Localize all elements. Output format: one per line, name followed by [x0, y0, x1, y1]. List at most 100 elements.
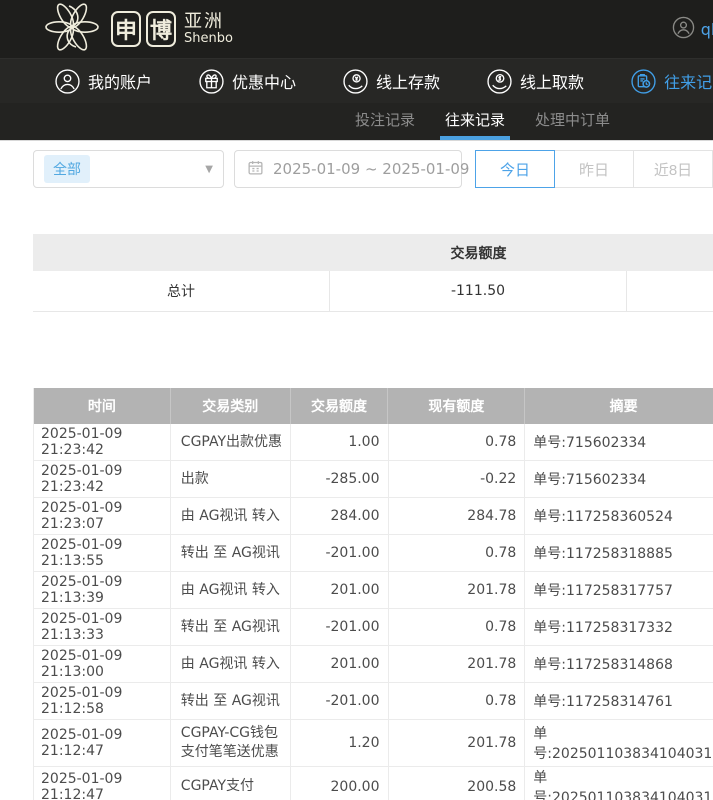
cell-type: CGPAY支付: [171, 767, 291, 800]
caret-down-icon: ▼: [205, 164, 213, 175]
today-button[interactable]: 今日: [475, 150, 555, 188]
flower-icon: [36, 0, 106, 58]
cell-memo: 单号:715602334: [525, 424, 713, 460]
brand-logo[interactable]: 申 博 亚洲 Shenbo: [36, 0, 233, 58]
quick-date-buttons: 今日 昨日 近8日: [475, 150, 713, 188]
user-avatar-icon: [672, 16, 695, 43]
date-range-input[interactable]: 2025-01-09 ~ 2025-01-09: [234, 150, 462, 188]
brand-region: 亚洲: [184, 13, 233, 32]
nav-item-promo[interactable]: 优惠中心: [199, 69, 296, 94]
category-select[interactable]: 全部 ▼: [33, 150, 224, 188]
withdraw-icon: [487, 69, 512, 94]
cell-time: 2025-01-09 21:12:47: [34, 720, 171, 766]
cell-memo: 单号:117258314868: [525, 646, 713, 682]
transactions-table: 时间 交易类别 交易额度 现有额度 摘要 2025-01-09 21:23:42…: [33, 388, 713, 800]
cell-type: CGPAY出款优惠: [171, 424, 291, 460]
header-cell-memo: 摘要: [525, 388, 713, 424]
cell-balance: 200.58: [389, 767, 526, 800]
header-cell-type: 交易类别: [171, 388, 291, 424]
cell-memo: 单号:117258317757: [525, 572, 713, 608]
summary-table: 交易额度 总计 -111.50: [33, 234, 713, 312]
nav-item-label: 优惠中心: [232, 69, 296, 93]
cell-type: CGPAY-CG钱包支付笔笔送优惠: [171, 720, 291, 766]
summary-header-row: 交易额度: [33, 234, 713, 271]
cell-type: 由 AG视讯 转入: [171, 646, 291, 682]
gift-icon: [199, 69, 224, 94]
cell-memo: 单号:117258360524: [525, 498, 713, 534]
header-cell-amount: 交易额度: [291, 388, 389, 424]
last8days-button[interactable]: 近8日: [633, 150, 713, 188]
cell-amount: 201.00: [291, 572, 389, 608]
cell-time: 2025-01-09 21:13:00: [34, 646, 171, 682]
cell-memo: 单号:715602334: [525, 461, 713, 497]
deposit-icon: [343, 69, 368, 94]
cell-amount: 284.00: [291, 498, 389, 534]
cell-amount: -201.00: [291, 683, 389, 719]
cell-type: 转出 至 AG视讯: [171, 535, 291, 571]
top-brand-bar: 申 博 亚洲 Shenbo qh: [0, 0, 713, 58]
cell-time: 2025-01-09 21:13:55: [34, 535, 171, 571]
table-header-row: 时间 交易类别 交易额度 现有额度 摘要: [34, 388, 713, 424]
cell-amount: -201.00: [291, 609, 389, 645]
cell-balance: 0.78: [389, 424, 526, 460]
tab-transaction-records[interactable]: 往来记录: [445, 109, 505, 140]
cell-balance: 201.78: [389, 572, 526, 608]
table-row: 2025-01-09 21:13:00由 AG视讯 转入201.00201.78…: [34, 646, 713, 683]
calendar-icon: [247, 159, 264, 180]
cell-type: 出款: [171, 461, 291, 497]
cell-balance: 0.78: [389, 535, 526, 571]
cell-amount: 200.00: [291, 767, 389, 800]
table-row: 2025-01-09 21:23:42出款-285.00-0.22单号:7156…: [34, 461, 713, 498]
table-row: 2025-01-09 21:12:47CGPAY-CG钱包支付笔笔送优惠1.20…: [34, 720, 713, 767]
tab-bet-records[interactable]: 投注记录: [355, 109, 415, 140]
nav-item-account[interactable]: 我的账户: [55, 69, 152, 94]
selected-category-chip: 全部: [44, 155, 90, 183]
header-cell-time: 时间: [34, 388, 171, 424]
cell-amount: -285.00: [291, 461, 389, 497]
cell-amount: 1.00: [291, 424, 389, 460]
summary-body-row: 总计 -111.50: [33, 271, 713, 312]
table-row: 2025-01-09 21:13:39由 AG视讯 转入201.00201.78…: [34, 572, 713, 609]
cell-type: 转出 至 AG视讯: [171, 683, 291, 719]
user-icon: [55, 69, 80, 94]
summary-total-value: -111.50: [330, 271, 627, 311]
tab-pending-orders[interactable]: 处理中订单: [535, 109, 610, 140]
cell-time: 2025-01-09 21:12:58: [34, 683, 171, 719]
nav-item-label: 我的账户: [88, 69, 152, 93]
table-row: 2025-01-09 21:23:07由 AG视讯 转入284.00284.78…: [34, 498, 713, 535]
summary-header-amount: 交易额度: [330, 243, 627, 263]
table-row: 2025-01-09 21:12:47CGPAY支付200.00200.58单号…: [34, 767, 713, 800]
summary-total-label: 总计: [33, 271, 330, 311]
cell-time: 2025-01-09 21:23:42: [34, 424, 171, 460]
record-tabs: 投注记录 往来记录 处理中订单: [0, 103, 713, 141]
cell-time: 2025-01-09 21:13:33: [34, 609, 171, 645]
cell-type: 由 AG视讯 转入: [171, 498, 291, 534]
records-icon: [631, 69, 656, 94]
nav-item-deposit[interactable]: 线上存款: [343, 69, 440, 94]
cell-balance: 284.78: [389, 498, 526, 534]
nav-item-label: 线上存款: [376, 69, 440, 93]
cell-balance: 201.78: [389, 646, 526, 682]
cell-time: 2025-01-09 21:23:42: [34, 461, 171, 497]
cell-amount: -201.00: [291, 535, 389, 571]
cell-memo: 单号:117258314761: [525, 683, 713, 719]
account-menu[interactable]: qh: [672, 16, 713, 43]
transactions-body: 2025-01-09 21:23:42CGPAY出款优惠1.000.78单号:7…: [34, 424, 713, 800]
nav-item-withdraw[interactable]: 线上取款: [487, 69, 584, 94]
cell-memo: 单号:202501103834104031: [525, 767, 713, 800]
cell-time: 2025-01-09 21:23:07: [34, 498, 171, 534]
brand-en: Shenbo: [184, 32, 233, 46]
cell-amount: 201.00: [291, 646, 389, 682]
cell-type: 由 AG视讯 转入: [171, 572, 291, 608]
cell-time: 2025-01-09 21:12:47: [34, 767, 171, 800]
brand-char-shen: 申: [111, 11, 141, 47]
table-row: 2025-01-09 21:13:55转出 至 AG视讯-201.000.78单…: [34, 535, 713, 572]
cell-time: 2025-01-09 21:13:39: [34, 572, 171, 608]
yesterday-button[interactable]: 昨日: [554, 150, 634, 188]
table-row: 2025-01-09 21:12:58转出 至 AG视讯-201.000.78单…: [34, 683, 713, 720]
cell-type: 转出 至 AG视讯: [171, 609, 291, 645]
nav-item-label: 往来记录: [664, 69, 713, 93]
cell-balance: 201.78: [389, 720, 526, 766]
nav-item-records[interactable]: 往来记录: [631, 69, 713, 94]
cell-balance: 0.78: [389, 683, 526, 719]
